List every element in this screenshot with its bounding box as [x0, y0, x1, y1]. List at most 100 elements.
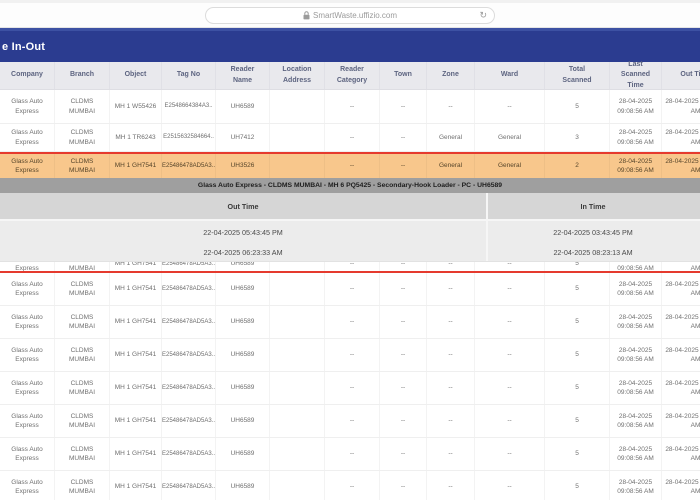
- column-header-zone[interactable]: Zone: [427, 62, 475, 89]
- cell-category: --: [325, 90, 380, 123]
- cell-town: --: [380, 154, 427, 178]
- cell-zone: --: [427, 339, 475, 371]
- cell-town: --: [380, 90, 427, 123]
- cell-zone: --: [427, 90, 475, 123]
- cell-out_time: 28-04-2025 09:08:10 AM: [662, 471, 700, 500]
- cell-branch: CLDMS MUMBAI: [55, 405, 110, 437]
- cell-object: MH 1 TR6243: [110, 124, 162, 151]
- cell-out_time: 28-04-2025 09:08:10 AM: [662, 262, 700, 271]
- cell-reader: UH6589: [216, 339, 270, 371]
- cell-tag: E25486478AD5A3..: [162, 339, 216, 371]
- cell-tag: E25486478AD5A3..: [162, 273, 216, 305]
- cell-location: [270, 405, 325, 437]
- column-header-ward[interactable]: Ward: [475, 62, 545, 89]
- reload-icon[interactable]: ↻: [479, 10, 487, 21]
- column-header-last-scanned-time[interactable]: Last Scanned Time: [610, 62, 662, 89]
- cell-location: [270, 306, 325, 338]
- cell-out_time: 28-04-2025 09:08:10 AM: [662, 306, 700, 338]
- cell-tag: E2548664384A3..: [162, 90, 216, 123]
- column-header-object[interactable]: Object: [110, 62, 162, 89]
- cell-location: [270, 438, 325, 470]
- cell-out_time: 28-04-2025 09:08:10 AM: [662, 339, 700, 371]
- highlighted-row[interactable]: Glass Auto ExpressCLDMS MUMBAIMH 1 GH754…: [0, 154, 700, 178]
- table-row[interactable]: Glass Auto ExpressCLDMS MUMBAIMH 1 GH754…: [0, 273, 700, 306]
- cell-branch: CLDMS MUMBAI: [55, 90, 110, 123]
- cell-ward: --: [475, 471, 545, 500]
- cell-tag: E25486478AD5A3..: [162, 306, 216, 338]
- partially-hidden-row[interactable]: Glass Auto ExpressCLDMS MUMBAIMH 1 GH754…: [0, 262, 700, 271]
- cell-object: MH 1 GH7541: [110, 154, 162, 178]
- cell-town: --: [380, 372, 427, 404]
- cell-company: Glass Auto Express: [0, 471, 55, 500]
- table-row[interactable]: Glass Auto ExpressCLDMS MUMBAIMH 1 GH754…: [0, 262, 700, 271]
- cell-object: MH 1 GH7541: [110, 438, 162, 470]
- cell-object: MH 1 GH7541: [110, 273, 162, 305]
- cell-total: 5: [545, 306, 610, 338]
- table-row[interactable]: Glass Auto ExpressCLDMS MUMBAIMH 1 GH754…: [0, 306, 700, 339]
- cell-out_time: 28-04-2025 09:08:10 AM: [662, 405, 700, 437]
- cell-last_scanned: 28-04-2025 09:08:56 AM: [610, 262, 662, 271]
- table-row[interactable]: Glass Auto ExpressCLDMS MUMBAIMH 1 TR624…: [0, 124, 700, 152]
- cell-zone: General: [427, 154, 475, 178]
- cell-reader: UH6589: [216, 471, 270, 500]
- cell-zone: --: [427, 372, 475, 404]
- app-header: e In-Out: [0, 28, 700, 62]
- cell-branch: CLDMS MUMBAI: [55, 262, 110, 271]
- url-text: SmartWaste.uffizio.com: [313, 11, 397, 20]
- table-row[interactable]: Glass Auto ExpressCLDMS MUMBAIMH 1 GH754…: [0, 405, 700, 438]
- cell-town: --: [380, 262, 427, 271]
- rows-top: Glass Auto ExpressCLDMS MUMBAIMH 1 W5542…: [0, 90, 700, 152]
- in-time-value: 22-04-2025 08:23:13 AM: [553, 248, 632, 257]
- in-time-header[interactable]: In Time: [580, 202, 605, 211]
- table-row[interactable]: Glass Auto ExpressCLDMS MUMBAIMH 1 GH754…: [0, 339, 700, 372]
- cell-tag: E25486478AD5A3..: [162, 154, 216, 178]
- address-bar[interactable]: SmartWaste.uffizio.com ↻: [205, 7, 495, 24]
- in-time-value: 22-04-2025 03:43:45 PM: [553, 228, 633, 237]
- cell-category: --: [325, 306, 380, 338]
- cell-tag: E25486478AD5A3..: [162, 262, 216, 271]
- expanded-row-subtitle: Glass Auto Express - CLDMS MUMBAI - MH 6…: [0, 178, 700, 193]
- cell-total: 5: [545, 405, 610, 437]
- out-time-header[interactable]: Out Time: [227, 202, 258, 211]
- column-header-branch[interactable]: Branch: [55, 62, 110, 89]
- cell-zone: --: [427, 438, 475, 470]
- column-header-out-time[interactable]: Out Time: [662, 62, 700, 89]
- cell-total: 5: [545, 438, 610, 470]
- cell-total: 3: [545, 124, 610, 151]
- cell-reader: UH6589: [216, 90, 270, 123]
- cell-town: --: [380, 438, 427, 470]
- cell-object: MH 1 GH7541: [110, 471, 162, 500]
- column-header-reader-category[interactable]: Reader Category: [325, 62, 380, 89]
- cell-category: --: [325, 154, 380, 178]
- expanded-row-subtitle-text: Glass Auto Express - CLDMS MUMBAI - MH 6…: [198, 182, 502, 189]
- column-header-tag-no[interactable]: Tag No: [162, 62, 216, 89]
- table-row[interactable]: Glass Auto ExpressCLDMS MUMBAIMH 1 GH754…: [0, 471, 700, 500]
- cell-zone: --: [427, 262, 475, 271]
- column-header-reader-name[interactable]: Reader Name: [216, 62, 270, 89]
- column-header-location-address[interactable]: Location Address: [270, 62, 325, 89]
- cell-total: 5: [545, 262, 610, 271]
- table-header-row: CompanyBranchObjectTag NoReader NameLoca…: [0, 62, 700, 90]
- table-row[interactable]: Glass Auto ExpressCLDMS MUMBAIMH 1 GH754…: [0, 372, 700, 405]
- cell-object: MH 1 GH7541: [110, 306, 162, 338]
- table-row[interactable]: Glass Auto ExpressCLDMS MUMBAIMH 1 W5542…: [0, 90, 700, 124]
- cell-location: [270, 372, 325, 404]
- cell-tag: E2515632584664..: [162, 124, 216, 151]
- cell-location: [270, 90, 325, 123]
- cell-total: 5: [545, 339, 610, 371]
- cell-ward: --: [475, 339, 545, 371]
- cell-last_scanned: 28-04-2025 09:08:56 AM: [610, 405, 662, 437]
- cell-object: MH 1 GH7541: [110, 372, 162, 404]
- cell-out_time: 28-04-2025 09:08:10 AM: [662, 273, 700, 305]
- cell-tag: E25486478AD5A3..: [162, 372, 216, 404]
- column-header-town[interactable]: Town: [380, 62, 427, 89]
- cell-branch: CLDMS MUMBAI: [55, 306, 110, 338]
- out-time-value: 22-04-2025 06:23:33 AM: [203, 248, 282, 257]
- cell-branch: CLDMS MUMBAI: [55, 273, 110, 305]
- cell-zone: General: [427, 124, 475, 151]
- column-header-company[interactable]: Company: [0, 62, 55, 89]
- column-header-total-scanned[interactable]: Total Scanned: [545, 62, 610, 89]
- cell-total: 5: [545, 471, 610, 500]
- table-row[interactable]: Glass Auto ExpressCLDMS MUMBAIMH 1 GH754…: [0, 438, 700, 471]
- cell-ward: General: [475, 154, 545, 178]
